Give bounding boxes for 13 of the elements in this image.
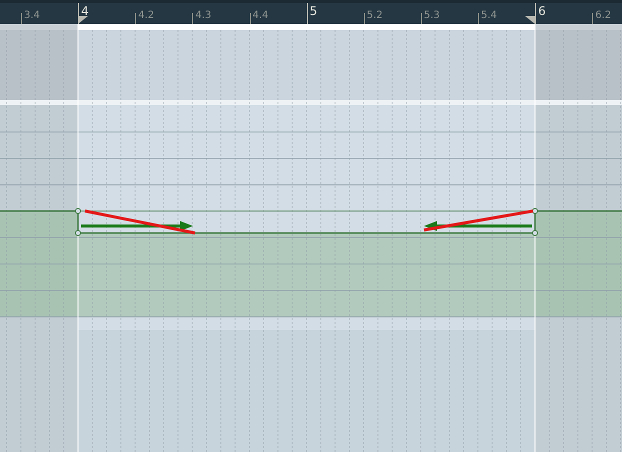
ruler-label: 4	[81, 5, 89, 17]
ruler-label: 6	[538, 5, 546, 17]
automation-curve[interactable]	[0, 208, 622, 236]
ruler-label: 4.4	[252, 11, 268, 21]
ruler-label: 5.2	[366, 11, 383, 21]
timeline-ruler[interactable]: 3.4 4 4.2 4.3 4.4 5 5.2 5.3 5.4 6 6.2	[0, 0, 622, 24]
ruler-label: 4.2	[138, 11, 154, 21]
ruler-label: 6.2	[595, 11, 612, 21]
ruler-label: 5.3	[424, 11, 440, 21]
ruler-label: 5.4	[481, 11, 497, 21]
ruler-label: 5	[310, 5, 318, 17]
ruler-label: 3.4	[24, 11, 40, 21]
ruler-label: 4.3	[195, 11, 212, 21]
